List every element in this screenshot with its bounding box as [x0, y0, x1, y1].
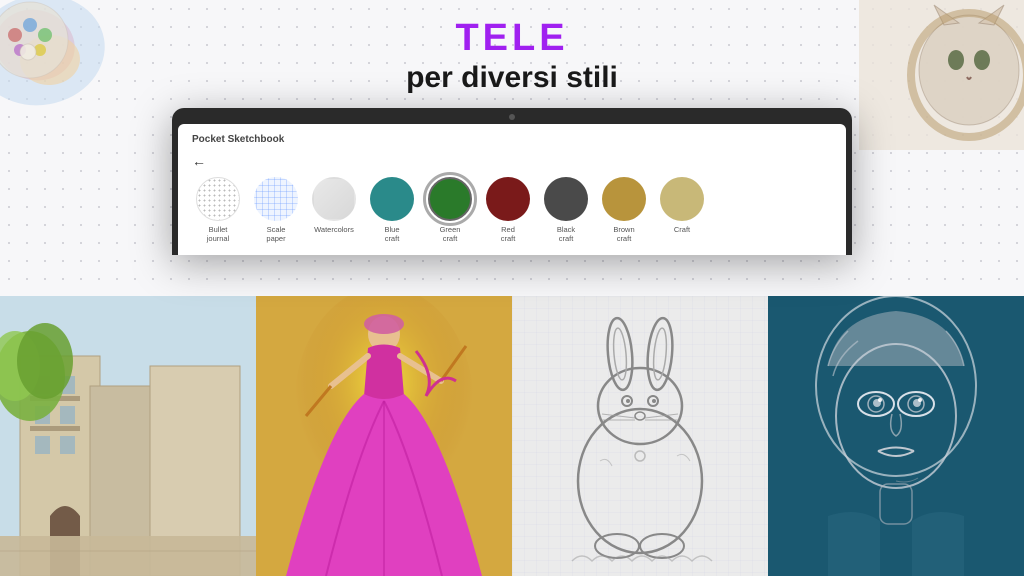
canvas-label-brown: Browncraft [613, 225, 634, 243]
canvas-label-bullet: Bulletjournal [207, 225, 230, 243]
canvas-circle-blue [370, 177, 414, 221]
canvas-label-black: Blackcraft [557, 225, 575, 243]
canvas-option-bullet[interactable]: Bulletjournal [192, 177, 244, 243]
canvas-label-blue: Bluecraft [384, 225, 399, 243]
canvas-label-craft: Craft [674, 225, 690, 234]
artwork-panel-portrait [768, 296, 1024, 576]
canvas-circle-watercolor [312, 177, 356, 221]
canvas-circle-brown [602, 177, 646, 221]
header: TELE per diversi stili [0, 0, 1024, 96]
canvas-options-row: Bulletjournal Scalepaper Watercolors Blu… [192, 177, 832, 243]
canvas-circle-black [544, 177, 588, 221]
canvas-circle-bullet [196, 177, 240, 221]
header-title-sub: per diversi stili [0, 60, 1024, 96]
app-title: Pocket Sketchbook [192, 134, 832, 145]
canvas-circle-scale [254, 177, 298, 221]
canvas-option-blue[interactable]: Bluecraft [366, 177, 418, 243]
canvas-label-red: Redcraft [501, 225, 516, 243]
canvas-circle-green [428, 177, 472, 221]
canvas-option-red[interactable]: Redcraft [482, 177, 534, 243]
device-frame: Pocket Sketchbook ← Bulletjournal Scalep… [172, 108, 852, 255]
canvas-option-craft[interactable]: Craft [656, 177, 708, 234]
artwork-row [0, 296, 1024, 576]
header-title-tele: TELE [0, 18, 1024, 60]
canvas-label-green: Greencraft [440, 225, 461, 243]
artwork-panel-rabbit [512, 296, 768, 576]
canvas-option-green[interactable]: Greencraft [424, 177, 476, 243]
canvas-option-brown[interactable]: Browncraft [598, 177, 650, 243]
canvas-label-watercolor: Watercolors [314, 225, 354, 234]
canvas-option-scale[interactable]: Scalepaper [250, 177, 302, 243]
back-button[interactable]: ← [192, 153, 832, 169]
canvas-label-scale: Scalepaper [266, 225, 285, 243]
canvas-option-black[interactable]: Blackcraft [540, 177, 592, 243]
artwork-panel-fashion [256, 296, 512, 576]
canvas-option-watercolor[interactable]: Watercolors [308, 177, 360, 234]
canvas-circle-red [486, 177, 530, 221]
device-screen: Pocket Sketchbook ← Bulletjournal Scalep… [178, 124, 846, 255]
device-camera [509, 114, 515, 120]
canvas-circle-craft [660, 177, 704, 221]
artwork-panel-street [0, 296, 256, 576]
